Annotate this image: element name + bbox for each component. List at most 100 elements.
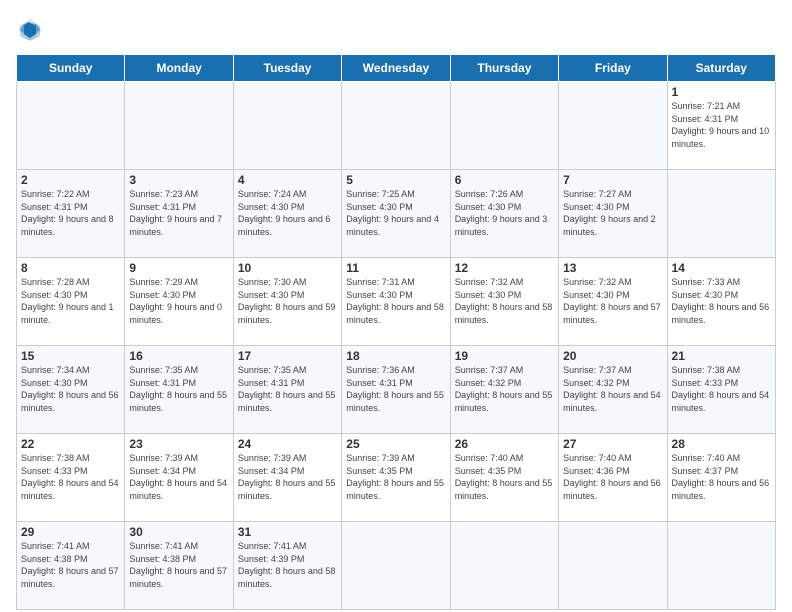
header (16, 16, 776, 44)
day-info: Sunrise: 7:35 AMSunset: 4:31 PMDaylight:… (129, 364, 228, 414)
empty-cell (17, 82, 125, 170)
day-number: 12 (455, 261, 554, 275)
header-day-saturday: Saturday (667, 55, 775, 82)
empty-cell (342, 522, 450, 610)
day-cell-14: 14Sunrise: 7:33 AMSunset: 4:30 PMDayligh… (667, 258, 775, 346)
day-info: Sunrise: 7:37 AMSunset: 4:32 PMDaylight:… (563, 364, 662, 414)
day-cell-28: 28Sunrise: 7:40 AMSunset: 4:37 PMDayligh… (667, 434, 775, 522)
day-number: 19 (455, 349, 554, 363)
day-number: 26 (455, 437, 554, 451)
header-row: SundayMondayTuesdayWednesdayThursdayFrid… (17, 55, 776, 82)
day-cell-7: 7Sunrise: 7:27 AMSunset: 4:30 PMDaylight… (559, 170, 667, 258)
day-info: Sunrise: 7:32 AMSunset: 4:30 PMDaylight:… (563, 276, 662, 326)
day-number: 15 (21, 349, 120, 363)
day-info: Sunrise: 7:39 AMSunset: 4:34 PMDaylight:… (238, 452, 337, 502)
empty-cell (667, 170, 775, 258)
day-number: 28 (672, 437, 771, 451)
day-cell-3: 3Sunrise: 7:23 AMSunset: 4:31 PMDaylight… (125, 170, 233, 258)
day-info: Sunrise: 7:40 AMSunset: 4:37 PMDaylight:… (672, 452, 771, 502)
day-info: Sunrise: 7:26 AMSunset: 4:30 PMDaylight:… (455, 188, 554, 238)
day-number: 1 (672, 85, 771, 99)
day-info: Sunrise: 7:28 AMSunset: 4:30 PMDaylight:… (21, 276, 120, 326)
day-number: 22 (21, 437, 120, 451)
day-cell-10: 10Sunrise: 7:30 AMSunset: 4:30 PMDayligh… (233, 258, 341, 346)
day-info: Sunrise: 7:38 AMSunset: 4:33 PMDaylight:… (672, 364, 771, 414)
day-number: 9 (129, 261, 228, 275)
day-info: Sunrise: 7:36 AMSunset: 4:31 PMDaylight:… (346, 364, 445, 414)
day-cell-26: 26Sunrise: 7:40 AMSunset: 4:35 PMDayligh… (450, 434, 558, 522)
calendar-week-2: 8Sunrise: 7:28 AMSunset: 4:30 PMDaylight… (17, 258, 776, 346)
day-info: Sunrise: 7:35 AMSunset: 4:31 PMDaylight:… (238, 364, 337, 414)
day-info: Sunrise: 7:41 AMSunset: 4:38 PMDaylight:… (21, 540, 120, 590)
day-number: 27 (563, 437, 662, 451)
day-number: 10 (238, 261, 337, 275)
day-cell-30: 30Sunrise: 7:41 AMSunset: 4:38 PMDayligh… (125, 522, 233, 610)
day-info: Sunrise: 7:39 AMSunset: 4:35 PMDaylight:… (346, 452, 445, 502)
day-cell-17: 17Sunrise: 7:35 AMSunset: 4:31 PMDayligh… (233, 346, 341, 434)
day-number: 5 (346, 173, 445, 187)
day-info: Sunrise: 7:22 AMSunset: 4:31 PMDaylight:… (21, 188, 120, 238)
day-info: Sunrise: 7:39 AMSunset: 4:34 PMDaylight:… (129, 452, 228, 502)
day-info: Sunrise: 7:21 AMSunset: 4:31 PMDaylight:… (672, 100, 771, 150)
day-number: 17 (238, 349, 337, 363)
day-number: 23 (129, 437, 228, 451)
day-info: Sunrise: 7:41 AMSunset: 4:38 PMDaylight:… (129, 540, 228, 590)
day-cell-19: 19Sunrise: 7:37 AMSunset: 4:32 PMDayligh… (450, 346, 558, 434)
calendar-week-5: 29Sunrise: 7:41 AMSunset: 4:38 PMDayligh… (17, 522, 776, 610)
day-info: Sunrise: 7:23 AMSunset: 4:31 PMDaylight:… (129, 188, 228, 238)
day-cell-1: 1Sunrise: 7:21 AMSunset: 4:31 PMDaylight… (667, 82, 775, 170)
day-number: 30 (129, 525, 228, 539)
day-cell-29: 29Sunrise: 7:41 AMSunset: 4:38 PMDayligh… (17, 522, 125, 610)
day-cell-16: 16Sunrise: 7:35 AMSunset: 4:31 PMDayligh… (125, 346, 233, 434)
day-info: Sunrise: 7:40 AMSunset: 4:36 PMDaylight:… (563, 452, 662, 502)
empty-cell (559, 82, 667, 170)
day-number: 31 (238, 525, 337, 539)
day-number: 25 (346, 437, 445, 451)
page: SundayMondayTuesdayWednesdayThursdayFrid… (0, 0, 792, 612)
calendar-week-4: 22Sunrise: 7:38 AMSunset: 4:33 PMDayligh… (17, 434, 776, 522)
day-info: Sunrise: 7:24 AMSunset: 4:30 PMDaylight:… (238, 188, 337, 238)
day-cell-6: 6Sunrise: 7:26 AMSunset: 4:30 PMDaylight… (450, 170, 558, 258)
calendar-week-1: 2Sunrise: 7:22 AMSunset: 4:31 PMDaylight… (17, 170, 776, 258)
day-number: 21 (672, 349, 771, 363)
day-cell-25: 25Sunrise: 7:39 AMSunset: 4:35 PMDayligh… (342, 434, 450, 522)
calendar-body: 1Sunrise: 7:21 AMSunset: 4:31 PMDaylight… (17, 82, 776, 610)
day-number: 14 (672, 261, 771, 275)
day-number: 20 (563, 349, 662, 363)
header-day-wednesday: Wednesday (342, 55, 450, 82)
day-cell-22: 22Sunrise: 7:38 AMSunset: 4:33 PMDayligh… (17, 434, 125, 522)
day-number: 16 (129, 349, 228, 363)
day-info: Sunrise: 7:40 AMSunset: 4:35 PMDaylight:… (455, 452, 554, 502)
day-info: Sunrise: 7:29 AMSunset: 4:30 PMDaylight:… (129, 276, 228, 326)
day-info: Sunrise: 7:38 AMSunset: 4:33 PMDaylight:… (21, 452, 120, 502)
day-cell-23: 23Sunrise: 7:39 AMSunset: 4:34 PMDayligh… (125, 434, 233, 522)
day-cell-13: 13Sunrise: 7:32 AMSunset: 4:30 PMDayligh… (559, 258, 667, 346)
day-info: Sunrise: 7:37 AMSunset: 4:32 PMDaylight:… (455, 364, 554, 414)
header-day-thursday: Thursday (450, 55, 558, 82)
day-info: Sunrise: 7:34 AMSunset: 4:30 PMDaylight:… (21, 364, 120, 414)
day-cell-5: 5Sunrise: 7:25 AMSunset: 4:30 PMDaylight… (342, 170, 450, 258)
day-cell-8: 8Sunrise: 7:28 AMSunset: 4:30 PMDaylight… (17, 258, 125, 346)
day-info: Sunrise: 7:41 AMSunset: 4:39 PMDaylight:… (238, 540, 337, 590)
day-info: Sunrise: 7:30 AMSunset: 4:30 PMDaylight:… (238, 276, 337, 326)
day-cell-2: 2Sunrise: 7:22 AMSunset: 4:31 PMDaylight… (17, 170, 125, 258)
calendar-table: SundayMondayTuesdayWednesdayThursdayFrid… (16, 54, 776, 610)
header-day-tuesday: Tuesday (233, 55, 341, 82)
day-number: 24 (238, 437, 337, 451)
header-day-friday: Friday (559, 55, 667, 82)
empty-cell (125, 82, 233, 170)
empty-cell (667, 522, 775, 610)
day-number: 2 (21, 173, 120, 187)
calendar-week-3: 15Sunrise: 7:34 AMSunset: 4:30 PMDayligh… (17, 346, 776, 434)
empty-cell (342, 82, 450, 170)
day-cell-24: 24Sunrise: 7:39 AMSunset: 4:34 PMDayligh… (233, 434, 341, 522)
day-number: 3 (129, 173, 228, 187)
empty-cell (450, 82, 558, 170)
day-number: 18 (346, 349, 445, 363)
calendar-week-0: 1Sunrise: 7:21 AMSunset: 4:31 PMDaylight… (17, 82, 776, 170)
day-cell-20: 20Sunrise: 7:37 AMSunset: 4:32 PMDayligh… (559, 346, 667, 434)
day-info: Sunrise: 7:31 AMSunset: 4:30 PMDaylight:… (346, 276, 445, 326)
day-info: Sunrise: 7:32 AMSunset: 4:30 PMDaylight:… (455, 276, 554, 326)
day-cell-11: 11Sunrise: 7:31 AMSunset: 4:30 PMDayligh… (342, 258, 450, 346)
day-cell-4: 4Sunrise: 7:24 AMSunset: 4:30 PMDaylight… (233, 170, 341, 258)
